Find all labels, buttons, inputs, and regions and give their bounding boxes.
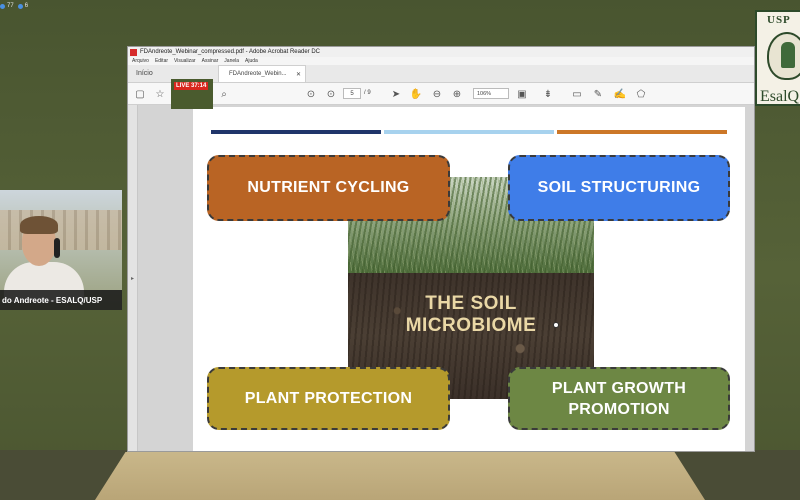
logo-emblem bbox=[767, 32, 800, 80]
left-panel-rail[interactable]: ▸ bbox=[128, 105, 138, 451]
pdf-page: THE SOIL MICROBIOME NUTRIENT CYCLING SOI… bbox=[193, 107, 745, 451]
save-icon[interactable]: ▢ bbox=[134, 88, 146, 100]
presenter-name-label: do Andreote - ESALQ/USP bbox=[0, 290, 122, 310]
esalq-logo: USP EsalQ bbox=[755, 10, 800, 106]
page-total: / 9 bbox=[364, 90, 371, 96]
webcam-background bbox=[0, 210, 122, 250]
soil-structuring-box: SOIL STRUCTURING bbox=[508, 155, 730, 221]
viewers-count: 77 bbox=[0, 3, 14, 9]
nutrient-cycling-box: NUTRIENT CYCLING bbox=[207, 155, 450, 221]
like-icon bbox=[17, 3, 23, 9]
tab-document-label: FDAndreote_Webin... bbox=[229, 71, 287, 77]
next-page-icon[interactable]: ⊙ bbox=[325, 88, 337, 100]
expand-panel-icon[interactable]: ▸ bbox=[131, 275, 134, 282]
presenter-hair bbox=[20, 216, 58, 234]
pdf-icon bbox=[130, 48, 137, 56]
headset-icon bbox=[54, 238, 60, 258]
tag-icon[interactable]: ⬠ bbox=[635, 88, 647, 100]
tab-document[interactable]: FDAndreote_Webin... ✕ bbox=[218, 65, 306, 82]
likes-count: 6 bbox=[17, 3, 29, 9]
viewer-stats: 77 6 bbox=[0, 3, 28, 9]
tab-bar: Início FDAndreote_Webin... ✕ bbox=[128, 65, 754, 83]
comment-icon[interactable]: ▭ bbox=[571, 88, 583, 100]
zoom-in-icon[interactable]: ⊕ bbox=[451, 88, 463, 100]
center-title: THE SOIL MICROBIOME bbox=[348, 293, 594, 337]
window-title: FDAndreote_Webinar_compressed.pdf - Adob… bbox=[140, 49, 320, 55]
acrobat-window: FDAndreote_Webinar_compressed.pdf - Adob… bbox=[127, 46, 755, 452]
plant-growth-promotion-box: PLANT GROWTH PROMOTION bbox=[508, 367, 730, 430]
logo-esalq-text: EsalQ bbox=[760, 88, 800, 105]
scroll-mode-icon[interactable]: ⇟ bbox=[542, 88, 554, 100]
menu-janela[interactable]: Janela bbox=[224, 58, 239, 64]
center-title-line1: THE SOIL bbox=[425, 293, 517, 314]
page-number-input[interactable]: 5 bbox=[343, 88, 361, 99]
plant-protection-box: PLANT PROTECTION bbox=[207, 367, 450, 430]
window-titlebar: FDAndreote_Webinar_compressed.pdf - Adob… bbox=[128, 47, 754, 57]
live-timer: LIVE 37:14 bbox=[174, 82, 209, 90]
soil-structuring-label: SOIL STRUCTURING bbox=[537, 179, 701, 196]
live-indicator: LIVE 37:14 bbox=[171, 79, 213, 109]
hand-tool-icon[interactable]: ✋ bbox=[410, 88, 422, 100]
plant-protection-label: PLANT PROTECTION bbox=[244, 389, 413, 407]
presenter-webcam: do Andreote - ESALQ/USP bbox=[0, 190, 122, 310]
header-bar-lightblue bbox=[384, 130, 554, 134]
viewers-value: 77 bbox=[7, 3, 14, 9]
eye-icon bbox=[0, 3, 5, 9]
menu-ajuda[interactable]: Ajuda bbox=[245, 58, 258, 64]
plant-growth-label-line2: PROMOTION bbox=[568, 400, 670, 418]
header-bar-orange bbox=[557, 130, 727, 134]
zoom-out-icon[interactable]: ⊖ bbox=[431, 88, 443, 100]
header-bar-navy bbox=[211, 130, 381, 134]
close-icon[interactable]: ✕ bbox=[296, 71, 301, 78]
stage-floor bbox=[95, 452, 705, 500]
toolbar: ▢ ☆ ⌕ ⊙ ⊙ 5 / 9 ➤ ✋ ⊖ ⊕ 106% ▣ ⇟ ▭ ✎ ✍ ⬠ bbox=[128, 83, 754, 105]
highlight-pen-icon[interactable]: ✎ bbox=[592, 88, 604, 100]
logo-usp-text: USP bbox=[767, 14, 791, 26]
nutrient-cycling-label: NUTRIENT CYCLING bbox=[247, 179, 410, 196]
menu-bar: Arquivo Editar Visualizar Assinar Janela… bbox=[128, 57, 754, 65]
bookmark-star-icon[interactable]: ☆ bbox=[154, 88, 166, 100]
select-cursor-icon[interactable]: ➤ bbox=[390, 88, 402, 100]
fit-page-icon[interactable]: ▣ bbox=[516, 88, 528, 100]
zoom-level-select[interactable]: 106% bbox=[473, 88, 509, 99]
search-icon[interactable]: ⌕ bbox=[218, 88, 230, 100]
likes-value: 6 bbox=[24, 3, 29, 9]
tab-home[interactable]: Início bbox=[128, 64, 168, 82]
plant-growth-label-line1: PLANT GROWTH bbox=[551, 379, 687, 397]
sign-icon[interactable]: ✍ bbox=[614, 88, 626, 100]
mouse-cursor bbox=[553, 322, 559, 328]
previous-page-icon[interactable]: ⊙ bbox=[305, 88, 317, 100]
